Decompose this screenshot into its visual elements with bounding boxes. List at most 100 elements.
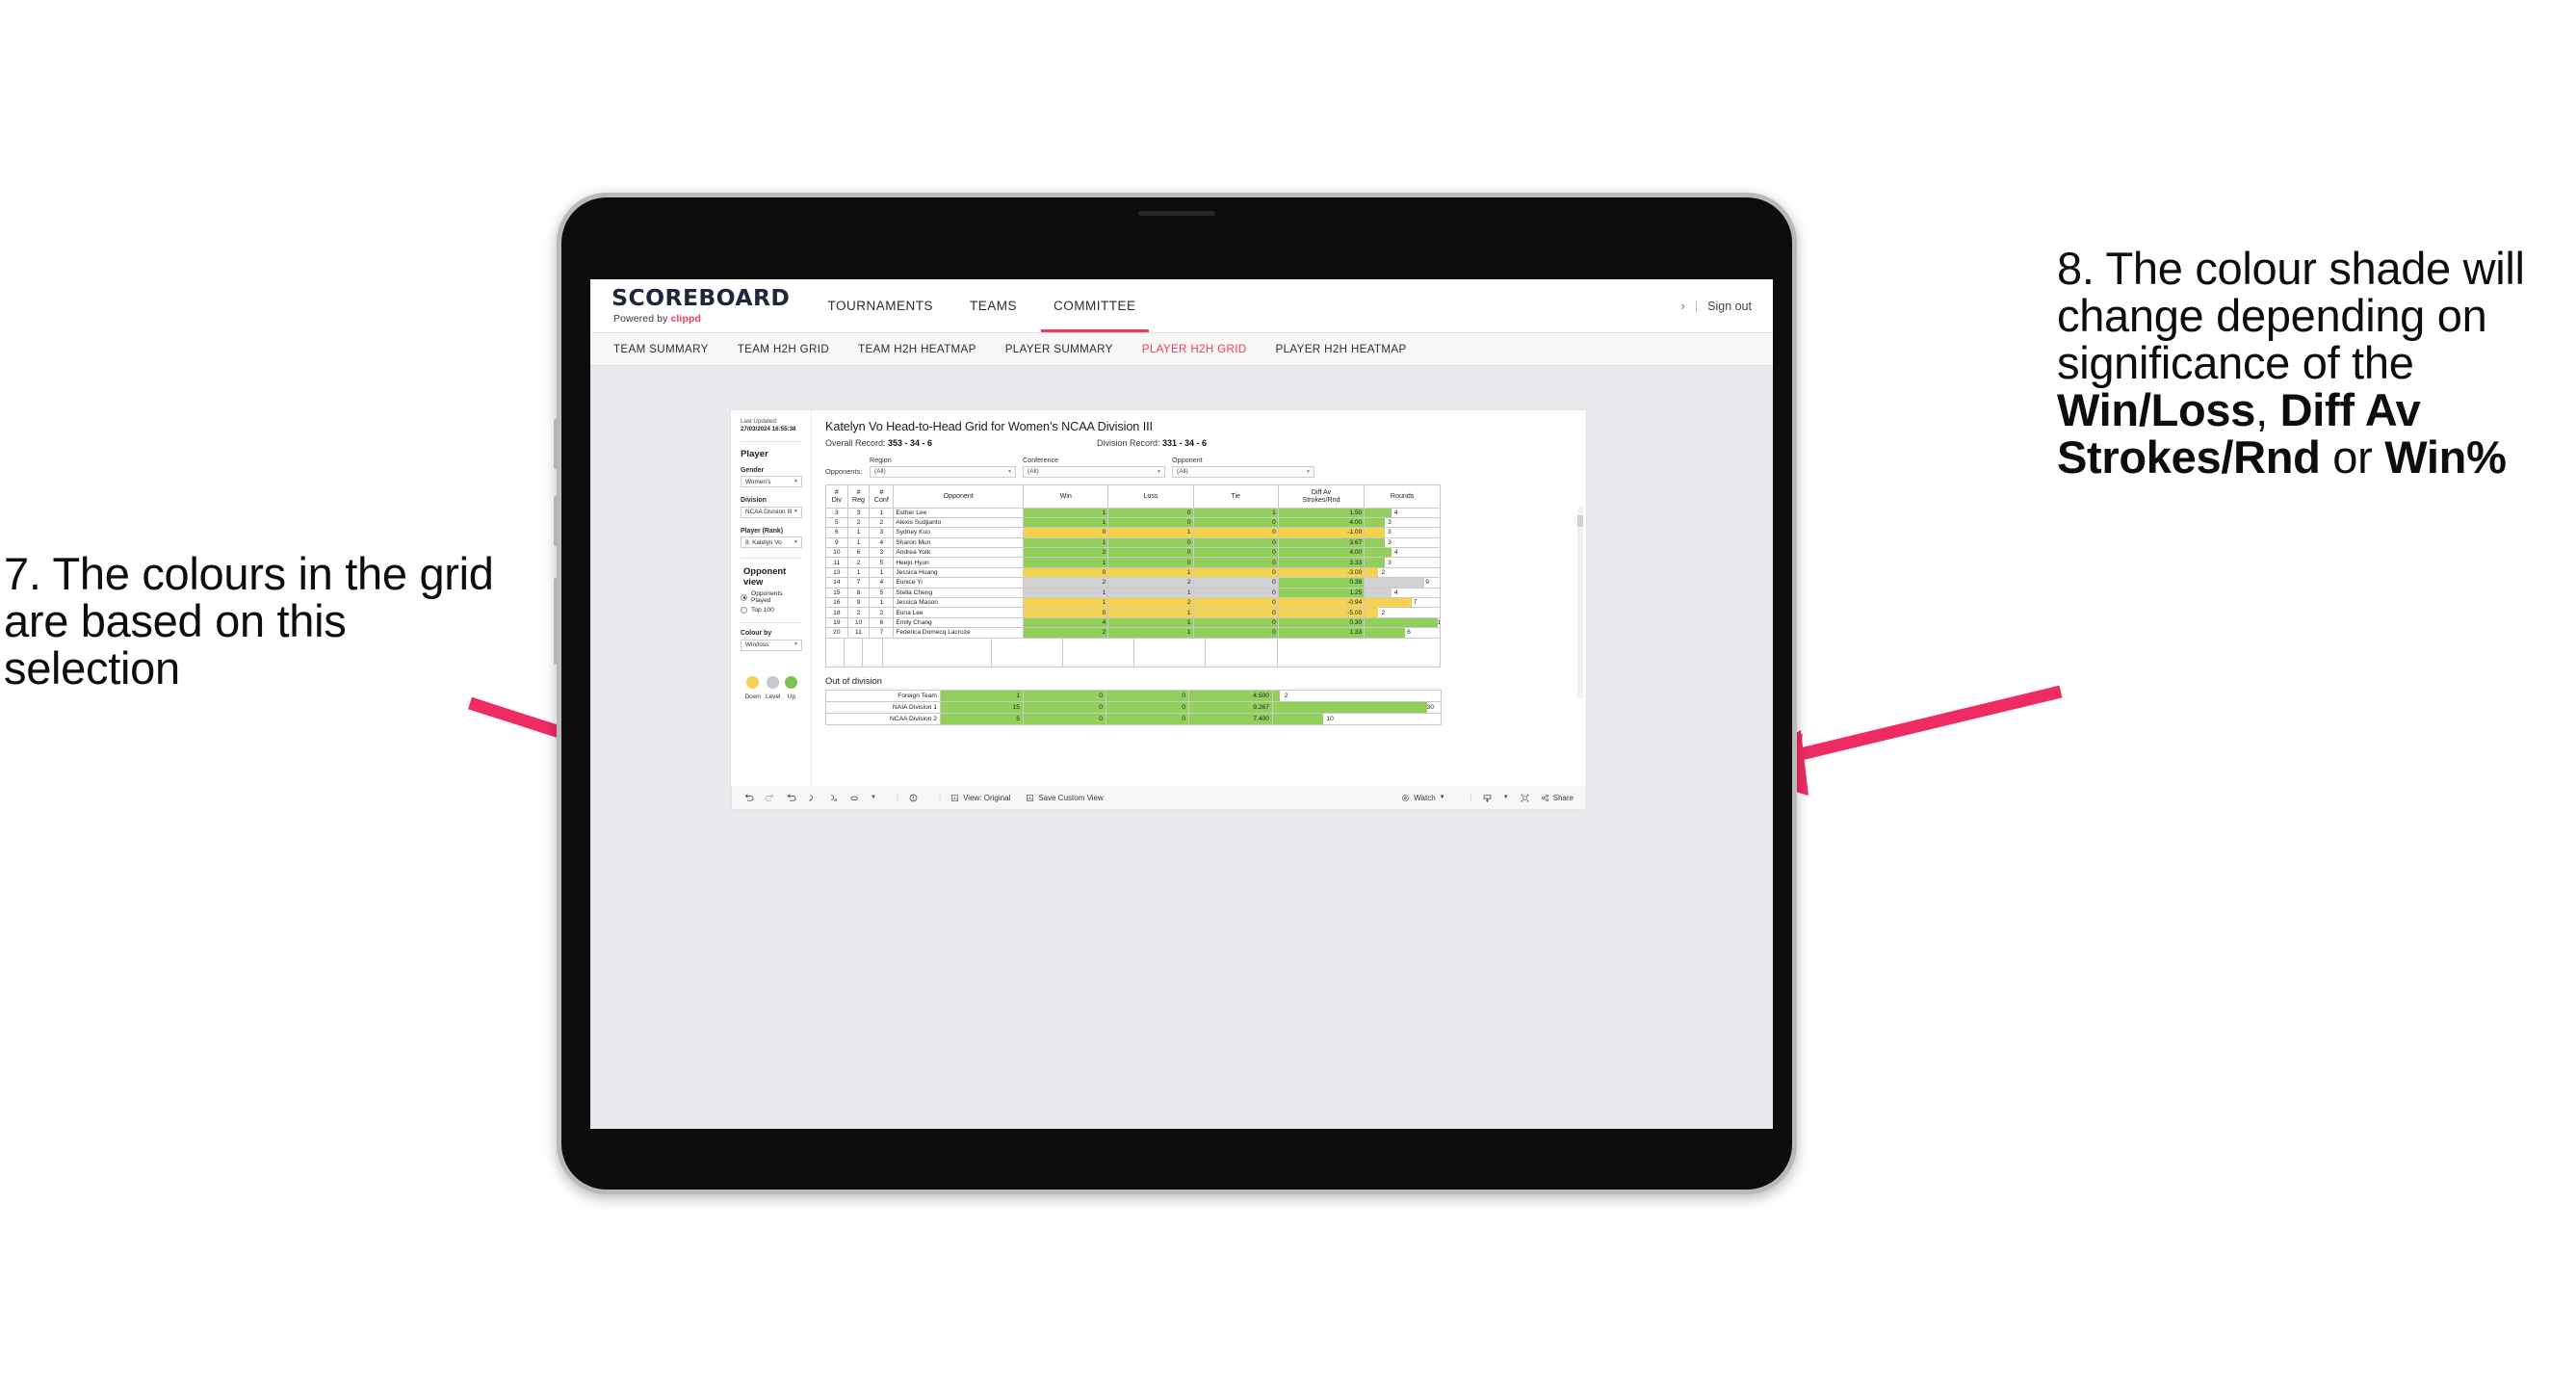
cell-rounds[interactable]: 3	[1364, 516, 1441, 529]
table-row[interactable]: NAIA Division 1 15 0 0 9.267 30	[825, 700, 1442, 714]
grid-col-header-loss[interactable]: Loss	[1107, 484, 1194, 509]
subnav-item-player-h2h-grid[interactable]: PLAYER H2H GRID	[1142, 343, 1247, 355]
cell-rounds[interactable]: 3	[1364, 527, 1441, 538]
cell-div[interactable]: 15	[825, 587, 848, 599]
grid-scrollbar-thumb[interactable]	[1577, 514, 1583, 527]
cell-rounds[interactable]: 4	[1364, 547, 1441, 559]
cell-tie[interactable]: 0	[1192, 527, 1279, 538]
ood-cell-opponent[interactable]: Foreign Team	[825, 689, 941, 702]
subnav-item-player-h2h-heatmap[interactable]: PLAYER H2H HEATMAP	[1276, 343, 1407, 355]
grid-col-header-win[interactable]: Win	[1023, 484, 1109, 509]
ood-cell-tie[interactable]: 0	[1106, 700, 1189, 714]
table-row[interactable]: NCAA Division 2 5 0 0 7.400 10	[825, 712, 1442, 726]
cell-div[interactable]: 3	[825, 507, 848, 518]
cell-rounds[interactable]: 4	[1364, 587, 1441, 599]
cell-reg[interactable]: 2	[846, 607, 871, 618]
cell-reg[interactable]: 7	[846, 577, 871, 588]
grid-col-header-div[interactable]: # Div	[825, 484, 848, 509]
radio-opponents-played[interactable]: Opponents Played	[741, 590, 802, 604]
cell-div[interactable]: 9	[825, 536, 848, 549]
cell-reg[interactable]: 1	[846, 527, 871, 538]
grid-col-header-rounds[interactable]: Rounds	[1364, 484, 1441, 509]
cell-loss[interactable]: 2	[1107, 596, 1194, 609]
cell-opponent[interactable]: Esther Lee	[893, 507, 1025, 518]
cell-loss[interactable]: 0	[1107, 507, 1194, 518]
ood-cell-rounds[interactable]: 10	[1272, 712, 1442, 726]
cell-conf[interactable]: 2	[869, 607, 895, 618]
cell-loss[interactable]: 2	[1107, 577, 1194, 588]
cell-tie[interactable]: 0	[1192, 516, 1279, 529]
grid-col-header-tie[interactable]: Tie	[1192, 484, 1279, 509]
alert-icon[interactable]	[908, 793, 919, 803]
grid-col-header-conf[interactable]: # Conf	[869, 484, 895, 509]
subnav-item-team-summary[interactable]: TEAM SUMMARY	[613, 343, 709, 355]
cell-opponent[interactable]: Emily Chang	[893, 616, 1025, 629]
cell-tie[interactable]: 0	[1192, 547, 1279, 559]
cell-diff-av-strokes-rnd[interactable]: 1.25	[1277, 587, 1366, 599]
ood-cell-loss[interactable]: 0	[1023, 689, 1106, 702]
cell-div[interactable]: 19	[825, 616, 848, 629]
cell-tie[interactable]: 0	[1192, 577, 1279, 588]
cell-win[interactable]: 0	[1023, 566, 1109, 579]
cell-opponent[interactable]: Jessica Mason	[893, 596, 1025, 609]
cell-diff-av-strokes-rnd[interactable]: 0.30	[1277, 616, 1366, 629]
cell-win[interactable]: 4	[1023, 616, 1109, 629]
cell-conf[interactable]: 3	[869, 527, 895, 538]
sign-out-link[interactable]: Sign out	[1707, 300, 1752, 313]
cell-tie[interactable]: 0	[1192, 596, 1279, 609]
cell-loss[interactable]: 0	[1107, 516, 1194, 529]
table-row[interactable]: 9 1 4 Sharon Mun 1 0 0 3.67 3	[825, 536, 1441, 549]
cell-opponent[interactable]: Sydney Kuo	[893, 527, 1025, 538]
save-custom-view-button[interactable]: Save Custom View	[1026, 794, 1104, 802]
nav-item-tournaments[interactable]: TOURNAMENTS	[810, 279, 952, 332]
fullscreen-icon[interactable]	[1520, 793, 1530, 803]
cell-reg[interactable]: 11	[846, 627, 871, 639]
cell-div[interactable]: 5	[825, 516, 848, 529]
colour-by-select[interactable]: Win/loss ▼	[741, 639, 802, 651]
division-select[interactable]: NCAA Division III ▼	[741, 506, 802, 518]
cell-conf[interactable]: 2	[869, 516, 895, 529]
cell-opponent[interactable]: Andrea York	[893, 547, 1025, 559]
ood-cell-diff[interactable]: 7.400	[1188, 712, 1273, 726]
cell-win[interactable]: 1	[1023, 516, 1109, 529]
cell-win[interactable]: 0	[1023, 607, 1109, 618]
nav-item-committee[interactable]: COMMITTEE	[1035, 279, 1155, 332]
watch-button[interactable]: Watch ▼	[1401, 794, 1445, 802]
cell-win[interactable]: 0	[1023, 527, 1109, 538]
table-row[interactable]: 10 6 3 Andrea York 2 0 0 4.00 4	[825, 547, 1441, 559]
cell-div[interactable]: 16	[825, 596, 848, 609]
cell-tie[interactable]: 0	[1192, 536, 1279, 549]
cell-loss[interactable]: 0	[1107, 547, 1194, 559]
cell-reg[interactable]: 2	[846, 557, 871, 568]
cell-tie[interactable]: 0	[1192, 557, 1279, 568]
dropdown-caret-icon[interactable]: ▼	[871, 795, 876, 800]
conference-select[interactable]: (All) ▼	[1023, 466, 1165, 478]
grid-scrollbar-track[interactable]	[1577, 507, 1583, 698]
cell-win[interactable]: 2	[1023, 547, 1109, 559]
cell-opponent[interactable]: Sharon Mun	[893, 536, 1025, 549]
cell-rounds[interactable]: 3	[1364, 557, 1441, 568]
refresh-icon[interactable]	[807, 793, 818, 803]
cell-rounds[interactable]: 2	[1364, 566, 1441, 579]
cell-diff-av-strokes-rnd[interactable]: 1.33	[1277, 627, 1366, 639]
cell-rounds[interactable]: 7	[1364, 596, 1441, 609]
gender-select[interactable]: Women’s ▼	[741, 476, 802, 488]
ood-cell-rounds[interactable]: 30	[1272, 700, 1442, 714]
table-row[interactable]: Foreign Team 1 0 0 4.500 2	[825, 689, 1442, 702]
chevron-down-icon[interactable]: ▼	[1503, 795, 1509, 800]
cell-conf[interactable]: 4	[869, 577, 895, 588]
cell-loss[interactable]: 1	[1107, 587, 1194, 599]
ood-cell-win[interactable]: 15	[940, 700, 1024, 714]
pause-icon[interactable]	[828, 793, 839, 803]
table-row[interactable]: 20 11 7 Federica Domecq Lacroze 2 1 0 1.33 6	[825, 627, 1441, 639]
cell-opponent[interactable]: Federica Domecq Lacroze	[893, 627, 1025, 639]
ood-cell-opponent[interactable]: NCAA Division 2	[825, 712, 941, 726]
cell-div[interactable]: 6	[825, 527, 848, 538]
ood-cell-opponent[interactable]: NAIA Division 1	[825, 700, 941, 714]
view-original-button[interactable]: View: Original	[950, 794, 1010, 802]
cell-rounds[interactable]: 6	[1364, 627, 1441, 639]
cell-conf[interactable]: 1	[869, 507, 895, 518]
cell-win[interactable]: 2	[1023, 627, 1109, 639]
cell-win[interactable]: 1	[1023, 587, 1109, 599]
cell-win[interactable]: 1	[1023, 536, 1109, 549]
